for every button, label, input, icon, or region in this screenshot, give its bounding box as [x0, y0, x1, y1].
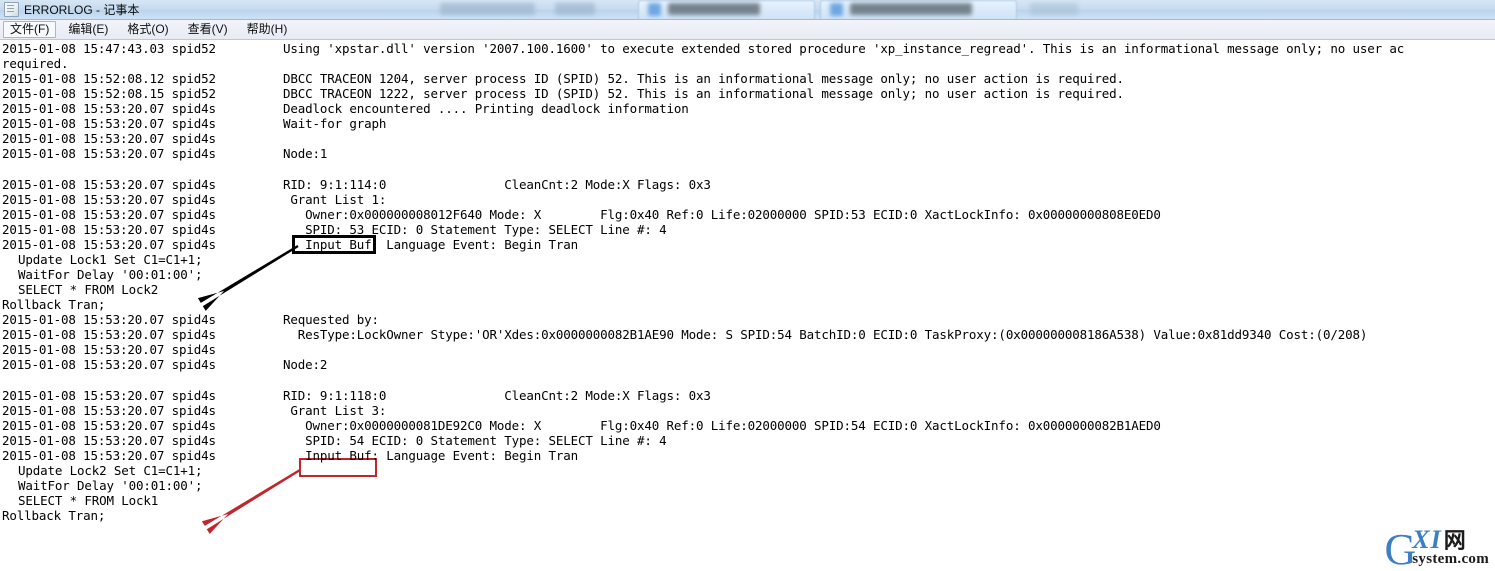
notepad-icon	[4, 2, 19, 17]
log-continuation-line: required.	[2, 56, 69, 71]
log-sql-statement: SELECT * FROM Lock1	[18, 493, 159, 508]
annotation-arrows	[197, 245, 301, 534]
log-timestamp: 2015-01-08 15:53:20.07 spid4s	[2, 388, 216, 403]
log-continuation-line: Rollback Tran;	[2, 297, 106, 312]
window-title: ERRORLOG - 记事本	[24, 3, 140, 17]
log-timestamp: 2015-01-08 15:53:20.07 spid4s	[2, 448, 216, 463]
log-timestamp: 2015-01-08 15:53:20.07 spid4s	[2, 403, 216, 418]
log-timestamp: 2015-01-08 15:52:08.12 spid52	[2, 71, 216, 86]
log-timestamp: 2015-01-08 15:53:20.07 spid4s	[2, 222, 216, 237]
log-timestamp: 2015-01-08 15:53:20.07 spid4s	[2, 342, 216, 357]
log-continuation-line: Rollback Tran;	[2, 508, 106, 523]
log-sql-statement: WaitFor Delay '00:01:00';	[18, 267, 203, 282]
log-message: Using 'xpstar.dll' version '2007.100.160…	[283, 41, 1405, 56]
log-timestamp: 2015-01-08 15:53:20.07 spid4s	[2, 177, 216, 192]
log-timestamp: 2015-01-08 15:53:20.07 spid4s	[2, 101, 216, 116]
obscured-taskbar-region	[420, 0, 1495, 19]
log-message: RID: 9:1:118:0 CleanCnt:2 Mode:X Flags: …	[283, 388, 711, 403]
log-timestamp: 2015-01-08 15:53:20.07 spid4s	[2, 192, 216, 207]
log-message: ResType:LockOwner Stype:'OR'Xdes:0x00000…	[283, 327, 1368, 342]
log-timestamp: 2015-01-08 15:53:20.07 spid4s	[2, 327, 216, 342]
log-message: Requested by:	[283, 312, 379, 327]
log-message: Owner:0x000000008012F640 Mode: X Flg:0x4…	[283, 207, 1161, 222]
title-bar: ERRORLOG - 记事本	[0, 0, 1495, 20]
log-message: Owner:0x0000000081DE92C0 Mode: X Flg:0x4…	[283, 418, 1161, 433]
menu-item-edit[interactable]: 编辑(E)	[61, 21, 115, 38]
log-message: SPID: 53 ECID: 0 Statement Type: SELECT …	[283, 222, 667, 237]
log-timestamp: 2015-01-08 15:53:20.07 spid4s	[2, 207, 216, 222]
log-message: Node:2	[283, 357, 328, 372]
log-message: RID: 9:1:114:0 CleanCnt:2 Mode:X Flags: …	[283, 177, 711, 192]
log-sql-statement: WaitFor Delay '00:01:00';	[18, 478, 203, 493]
notepad-window: ERRORLOG - 记事本 文件(F) 编辑(E) 格式(O) 查看(V) 帮…	[0, 0, 1495, 571]
watermark: G XI 网 system.com	[1384, 525, 1489, 571]
errorlog-text-area[interactable]: 2015-01-08 15:47:43.03 spid52 Using 'xpst…	[0, 41, 1495, 571]
log-timestamp: 2015-01-08 15:53:20.07 spid4s	[2, 146, 216, 161]
log-message: Grant List 3:	[283, 403, 387, 418]
log-timestamp: 2015-01-08 15:53:20.07 spid4s	[2, 357, 216, 372]
menu-item-file[interactable]: 文件(F)	[3, 21, 57, 38]
watermark-cn-char: 网	[1443, 529, 1466, 554]
menu-item-help[interactable]: 帮助(H)	[240, 21, 295, 38]
log-message: Deadlock encountered .... Printing deadl…	[283, 101, 689, 116]
log-message: Wait-for graph	[283, 116, 387, 131]
log-message: Node:1	[283, 146, 328, 161]
log-timestamp: 2015-01-08 15:53:20.07 spid4s	[2, 433, 216, 448]
log-timestamp: 2015-01-08 15:52:08.15 spid52	[2, 86, 216, 101]
log-sql-statement: Update Lock1 Set C1=C1+1;	[18, 252, 203, 267]
log-timestamp: 2015-01-08 15:47:43.03 spid52	[2, 41, 216, 56]
log-message: Grant List 1:	[283, 192, 387, 207]
log-message: Input Buf: Language Event: Begin Tran	[283, 448, 579, 463]
menu-item-format[interactable]: 格式(O)	[120, 21, 175, 38]
log-timestamp: 2015-01-08 15:53:20.07 spid4s	[2, 116, 216, 131]
watermark-xi: XI	[1412, 525, 1442, 554]
log-message: DBCC TRACEON 1204, server process ID (SP…	[283, 71, 1124, 86]
black-pointer-arrow	[197, 245, 299, 311]
log-timestamp: 2015-01-08 15:53:20.07 spid4s	[2, 312, 216, 327]
log-message: Input Buf: Language Event: Begin Tran	[283, 237, 579, 252]
log-timestamp: 2015-01-08 15:53:20.07 spid4s	[2, 418, 216, 433]
menu-bar: 文件(F) 编辑(E) 格式(O) 查看(V) 帮助(H)	[0, 20, 1495, 40]
log-timestamp: 2015-01-08 15:53:20.07 spid4s	[2, 237, 216, 252]
watermark-domain: system.com	[1412, 551, 1489, 567]
log-sql-statement: Update Lock2 Set C1=C1+1;	[18, 463, 203, 478]
log-sql-statement: SELECT * FROM Lock2	[18, 282, 159, 297]
log-message: SPID: 54 ECID: 0 Statement Type: SELECT …	[283, 433, 667, 448]
log-message: DBCC TRACEON 1222, server process ID (SP…	[283, 86, 1124, 101]
red-pointer-arrow	[201, 469, 301, 534]
log-timestamp: 2015-01-08 15:53:20.07 spid4s	[2, 131, 216, 146]
menu-item-view[interactable]: 查看(V)	[181, 21, 235, 38]
